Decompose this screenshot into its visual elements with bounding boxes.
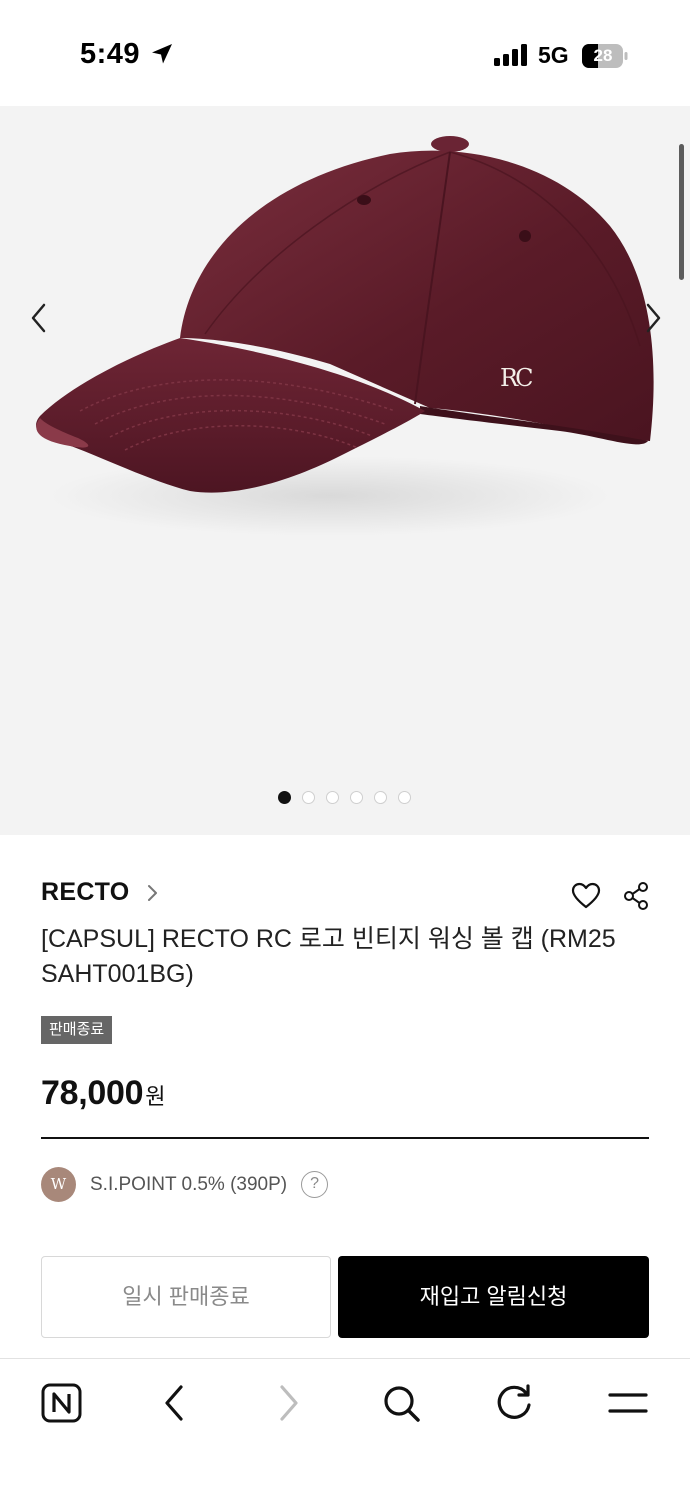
svg-text:RC: RC (500, 364, 532, 392)
heart-icon[interactable] (571, 882, 601, 910)
chevron-right-icon (147, 884, 157, 901)
gallery-pagination (278, 791, 411, 804)
back-icon[interactable] (153, 1381, 197, 1425)
status-bar: 5:49 5G 28 (0, 0, 690, 106)
restock-notify-button[interactable]: 재입고 알림신청 (338, 1256, 649, 1338)
battery-level: 28 (593, 46, 613, 65)
pagination-dot[interactable] (350, 791, 363, 804)
pagination-dot[interactable] (278, 791, 291, 804)
price-unit: 원 (145, 1084, 166, 1109)
menu-icon[interactable] (606, 1381, 650, 1425)
prev-image-button[interactable] (24, 301, 54, 335)
product-image: RC (36, 136, 654, 536)
pagination-dot[interactable] (302, 791, 315, 804)
point-text: S.I.POINT 0.5% (390P) (90, 1173, 288, 1195)
search-icon[interactable] (379, 1381, 423, 1425)
forward-icon[interactable] (266, 1381, 310, 1425)
location-arrow-icon (152, 44, 172, 64)
scroll-indicator (679, 144, 684, 280)
divider (41, 1137, 649, 1139)
help-icon[interactable]: ? (301, 1171, 329, 1198)
brand-name: RECTO (41, 878, 130, 906)
network-type: 5G (538, 42, 569, 68)
status-badge: 판매종료 (41, 1016, 113, 1044)
product-image-gallery[interactable]: RC (0, 106, 690, 835)
product-price: 78,000 원 (41, 1074, 165, 1113)
signal-icon (494, 44, 527, 66)
pagination-dot[interactable] (326, 791, 339, 804)
naver-icon[interactable] (40, 1381, 84, 1425)
pagination-dot[interactable] (398, 791, 411, 804)
pagination-dot[interactable] (374, 791, 387, 804)
refresh-icon[interactable] (492, 1381, 536, 1425)
next-image-button[interactable] (640, 301, 670, 335)
point-logo-icon: W (41, 1167, 76, 1202)
status-time: 5:49 (80, 38, 141, 70)
product-title: [CAPSUL] RECTO RC 로고 빈티지 워싱 볼 캡 (RM25 SA… (41, 925, 616, 988)
point-info: W S.I.POINT 0.5% (390P) ? (41, 1167, 329, 1202)
share-icon[interactable] (622, 881, 650, 911)
temp-soldout-button[interactable]: 일시 판매종료 (41, 1256, 331, 1338)
price-value: 78,000 (41, 1074, 144, 1112)
browser-toolbar (0, 1358, 690, 1500)
brand-link[interactable]: RECTO (41, 878, 160, 907)
